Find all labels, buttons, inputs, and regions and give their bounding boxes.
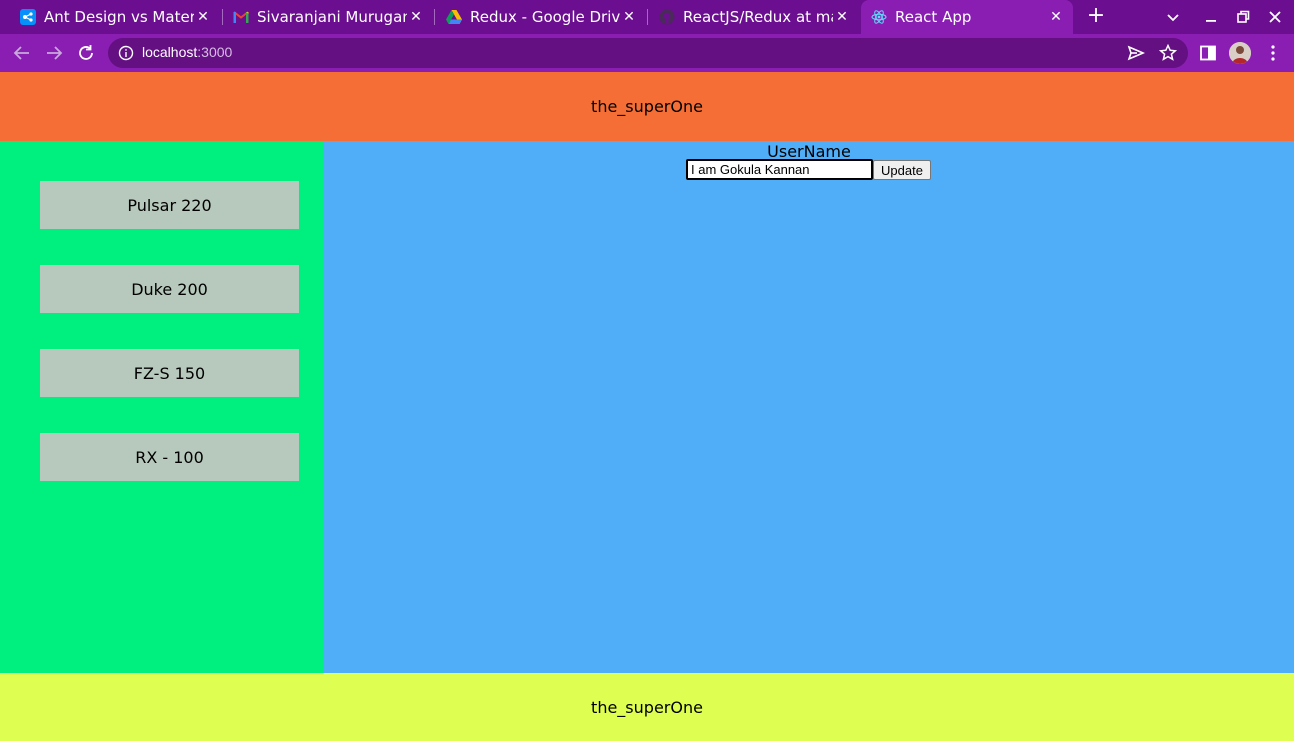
side-panel-icon[interactable]: [1198, 43, 1218, 63]
tab-gmail[interactable]: Sivaranjani Murugan ✕: [213, 0, 433, 34]
browser-toolbar: localhost:3000: [0, 34, 1294, 72]
stackshare-icon: [20, 9, 36, 25]
tab-title: React App: [895, 8, 972, 26]
sidebar-item-rx-100[interactable]: RX - 100: [40, 433, 299, 481]
close-window-icon[interactable]: [1266, 8, 1284, 26]
forward-arrow-icon[interactable]: [43, 42, 65, 64]
page-header: the_superOne: [0, 72, 1294, 141]
gmail-icon: [233, 9, 249, 25]
update-button[interactable]: Update: [873, 160, 931, 180]
url-host: localhost: [142, 44, 198, 60]
sidebar-item-fz-s-150[interactable]: FZ-S 150: [40, 349, 299, 397]
close-icon[interactable]: ✕: [833, 9, 851, 25]
reload-icon[interactable]: [75, 42, 97, 64]
address-bar[interactable]: localhost:3000: [108, 38, 1188, 68]
tab-title: Sivaranjani Murugan: [257, 8, 407, 26]
address-url: localhost:3000: [142, 44, 232, 60]
google-drive-icon: [446, 9, 462, 25]
react-icon: [871, 9, 887, 25]
sidebar: Pulsar 220 Duke 200 FZ-S 150 RX - 100: [0, 141, 324, 673]
header-title: the_superOne: [591, 97, 703, 116]
main-content: UserName Update: [324, 141, 1294, 673]
close-icon[interactable]: ✕: [194, 9, 212, 25]
back-arrow-icon[interactable]: [11, 42, 33, 64]
tab-github[interactable]: ReactJS/Redux at mai ✕: [639, 0, 859, 34]
sidebar-item-duke-200[interactable]: Duke 200: [40, 265, 299, 313]
username-input[interactable]: [686, 159, 873, 180]
close-icon[interactable]: ✕: [620, 9, 638, 25]
close-icon[interactable]: ✕: [407, 9, 425, 25]
close-icon[interactable]: ✕: [1047, 9, 1065, 25]
sidebar-item-pulsar-220[interactable]: Pulsar 220: [40, 181, 299, 229]
new-tab-button[interactable]: +: [1084, 5, 1108, 29]
page-footer: the_superOne: [0, 673, 1294, 741]
profile-avatar[interactable]: [1229, 42, 1251, 64]
page-viewport: the_superOne Pulsar 220 Duke 200 FZ-S 15…: [0, 72, 1294, 741]
send-icon[interactable]: [1126, 43, 1146, 63]
tab-search-chevron-icon[interactable]: [1164, 8, 1182, 26]
minimize-icon[interactable]: [1202, 8, 1220, 26]
url-port: :3000: [197, 44, 233, 60]
tab-ant-design[interactable]: Ant Design vs Materia ✕: [0, 0, 220, 34]
tab-google-drive[interactable]: Redux - Google Drive ✕: [426, 0, 646, 34]
tab-title: Ant Design vs Materia: [44, 8, 194, 26]
site-info-icon[interactable]: [118, 45, 134, 61]
tab-title: ReactJS/Redux at mai: [683, 8, 833, 26]
browser-tabstrip: Ant Design vs Materia ✕ Sivaranjani Muru…: [0, 0, 1294, 34]
tab-title: Redux - Google Drive: [470, 8, 620, 26]
restore-icon[interactable]: [1234, 8, 1252, 26]
footer-title: the_superOne: [591, 697, 703, 717]
bookmark-star-icon[interactable]: [1158, 43, 1178, 63]
github-icon: [659, 9, 675, 25]
tab-react-app[interactable]: React App ✕: [861, 0, 1073, 34]
more-menu-icon[interactable]: [1263, 43, 1283, 63]
